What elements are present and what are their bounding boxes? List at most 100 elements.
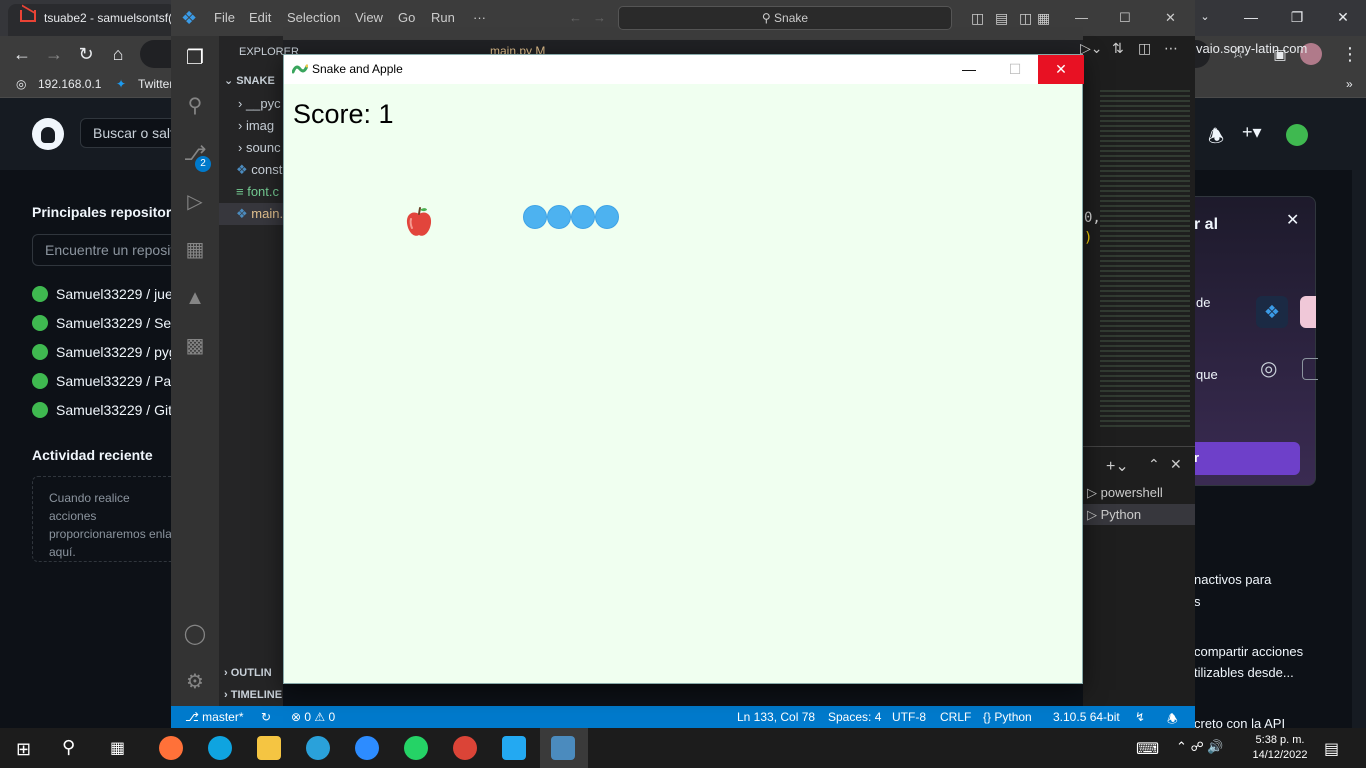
- extensions-icon[interactable]: ▦: [183, 238, 207, 262]
- menu-file[interactable]: File: [214, 10, 235, 25]
- snake-segment: [595, 205, 619, 229]
- timeline-section[interactable]: › TIMELINE: [224, 689, 282, 701]
- terminal-instance[interactable]: ▷ Python: [1087, 507, 1141, 523]
- task-view-icon[interactable]: ▦: [110, 738, 125, 758]
- command-center-search[interactable]: ⚲ Snake: [618, 6, 952, 30]
- bookmark-item[interactable]: Twitter: [138, 77, 173, 91]
- repo-link[interactable]: Samuel33229 / jue: [32, 286, 173, 302]
- file-tree-item[interactable]: › sounc: [238, 140, 281, 155]
- reload-icon[interactable]: ↻: [74, 42, 98, 66]
- sync-icon[interactable]: ↻: [261, 710, 271, 724]
- file-tree-item[interactable]: › imag: [238, 118, 274, 133]
- nav-forward-icon[interactable]: →: [593, 10, 606, 25]
- game-minimize-button[interactable]: —: [946, 55, 992, 84]
- bookmark-item[interactable]: 192.168.0.1: [38, 77, 101, 91]
- back-icon[interactable]: ←: [10, 42, 34, 66]
- menu-view[interactable]: View: [355, 10, 383, 25]
- notification-center-icon[interactable]: ▤: [1324, 739, 1339, 759]
- chrome-minimize-button[interactable]: —: [1228, 0, 1274, 34]
- vscode-maximize-button[interactable]: ☐: [1119, 10, 1131, 26]
- search-icon[interactable]: ⚲: [183, 94, 207, 118]
- menu-edit[interactable]: Edit: [249, 10, 271, 25]
- file-tree-item[interactable]: ❖ main.: [236, 206, 283, 222]
- chrome-menu-icon[interactable]: ⋮: [1338, 42, 1362, 66]
- vscode-close-button[interactable]: ✕: [1165, 10, 1176, 26]
- game-maximize-button[interactable]: ☐: [992, 55, 1038, 84]
- vscode-minimize-button[interactable]: —: [1075, 10, 1088, 25]
- repo-link[interactable]: Samuel33229 / pyg: [32, 344, 177, 360]
- toggle-panel-icon[interactable]: ▤: [995, 10, 1008, 27]
- run-debug-icon[interactable]: ▷: [183, 190, 207, 214]
- promo-text: que: [1196, 367, 1218, 382]
- folder-header[interactable]: ⌄ SNAKE: [224, 74, 275, 87]
- nav-back-icon[interactable]: ←: [569, 10, 582, 25]
- explorer-icon[interactable]: ❐: [183, 46, 207, 70]
- toggle-secondary-sidebar-icon[interactable]: ◫: [1019, 10, 1032, 27]
- terminal-instance[interactable]: ▷ powershell: [1087, 485, 1163, 501]
- page-scrollbar[interactable]: [1352, 98, 1366, 728]
- taskbar-clock[interactable]: 5:38 p. m. 14/12/2022: [1250, 733, 1310, 763]
- compare-changes-icon[interactable]: ⇅: [1112, 40, 1124, 57]
- telegram-icon[interactable]: [306, 736, 330, 760]
- toggle-sidebar-icon[interactable]: ◫: [971, 10, 984, 27]
- menu-go[interactable]: Go: [398, 10, 415, 25]
- live-share-icon[interactable]: ↯: [1135, 710, 1145, 724]
- home-icon[interactable]: ⌂: [106, 42, 130, 66]
- game-close-button[interactable]: ✕: [1038, 55, 1084, 84]
- file-tree-item[interactable]: ≡ font.c: [236, 184, 279, 199]
- create-new-icon[interactable]: +▾: [1242, 122, 1262, 143]
- testing-icon[interactable]: ▲: [183, 286, 207, 310]
- repo-link[interactable]: Samuel33229 / Git: [32, 402, 172, 418]
- menu-run[interactable]: Run: [431, 10, 455, 25]
- close-icon[interactable]: ✕: [1286, 210, 1299, 230]
- forward-icon[interactable]: →: [42, 42, 66, 66]
- file-explorer-icon[interactable]: [257, 736, 281, 760]
- branch-status[interactable]: ⎇ master*: [185, 710, 244, 724]
- minimap[interactable]: [1100, 90, 1190, 430]
- outline-section[interactable]: › OUTLIN: [224, 667, 272, 679]
- python-taskbar-icon[interactable]: [551, 736, 575, 760]
- new-terminal-icon[interactable]: +⌄: [1106, 456, 1129, 476]
- vscode-taskbar-icon[interactable]: [502, 736, 526, 760]
- github-logo-icon[interactable]: [32, 118, 64, 150]
- edge-icon[interactable]: [208, 736, 232, 760]
- account-icon[interactable]: ◯: [183, 622, 207, 646]
- repo-link[interactable]: Samuel33229 / Ser: [32, 315, 176, 331]
- chrome-icon[interactable]: [453, 736, 477, 760]
- vscode-icon: ❖: [1256, 296, 1288, 328]
- cursor-position[interactable]: Ln 133, Col 78: [737, 710, 815, 724]
- whatsapp-icon[interactable]: [404, 736, 428, 760]
- remote-explorer-icon[interactable]: ▩: [183, 334, 207, 358]
- manage-gear-icon[interactable]: ⚙: [183, 670, 207, 694]
- interpreter-status[interactable]: 3.10.5 64-bit: [1053, 710, 1120, 724]
- snake-segment: [523, 205, 547, 229]
- windows-start-icon[interactable]: ⊞: [16, 739, 31, 760]
- chrome-close-button[interactable]: ✕: [1320, 0, 1366, 34]
- problems-status[interactable]: ⊗ 0 ⚠ 0: [291, 710, 335, 724]
- close-panel-icon[interactable]: ✕: [1170, 456, 1182, 473]
- repo-link[interactable]: Samuel33229 / Pac: [32, 373, 178, 389]
- menu-selection[interactable]: Selection: [287, 10, 340, 25]
- bookmarks-overflow-icon[interactable]: »: [1346, 77, 1353, 91]
- user-avatar[interactable]: [1286, 124, 1308, 146]
- zoom-icon[interactable]: [355, 736, 379, 760]
- customize-layout-icon[interactable]: ▦: [1037, 10, 1050, 27]
- eol-status[interactable]: CRLF: [940, 710, 971, 724]
- promo-button[interactable]: r: [1180, 442, 1300, 475]
- editor-more-icon[interactable]: ⋯: [1164, 40, 1178, 57]
- file-tree-item[interactable]: ❖ const: [236, 162, 282, 178]
- maximize-panel-icon[interactable]: ⌃: [1148, 456, 1160, 473]
- tray-icons[interactable]: ⌃ ☍ 🔊: [1176, 739, 1223, 755]
- firefox-icon[interactable]: [159, 736, 183, 760]
- language-status[interactable]: {} Python: [983, 710, 1032, 724]
- encoding-status[interactable]: UTF-8: [892, 710, 926, 724]
- bell-icon[interactable]: 🕭: [1208, 124, 1224, 154]
- file-tree-item[interactable]: › __pyc: [238, 96, 281, 111]
- indentation-status[interactable]: Spaces: 4: [828, 710, 881, 724]
- find-repository-input[interactable]: Encuentre un reposit: [32, 234, 182, 266]
- search-icon[interactable]: ⚲: [62, 737, 75, 758]
- keyboard-icon[interactable]: ⌨: [1136, 739, 1159, 759]
- chrome-restore-button[interactable]: ❐: [1274, 0, 1320, 34]
- menu-more[interactable]: ···: [473, 10, 486, 25]
- split-editor-icon[interactable]: ◫: [1138, 40, 1151, 57]
